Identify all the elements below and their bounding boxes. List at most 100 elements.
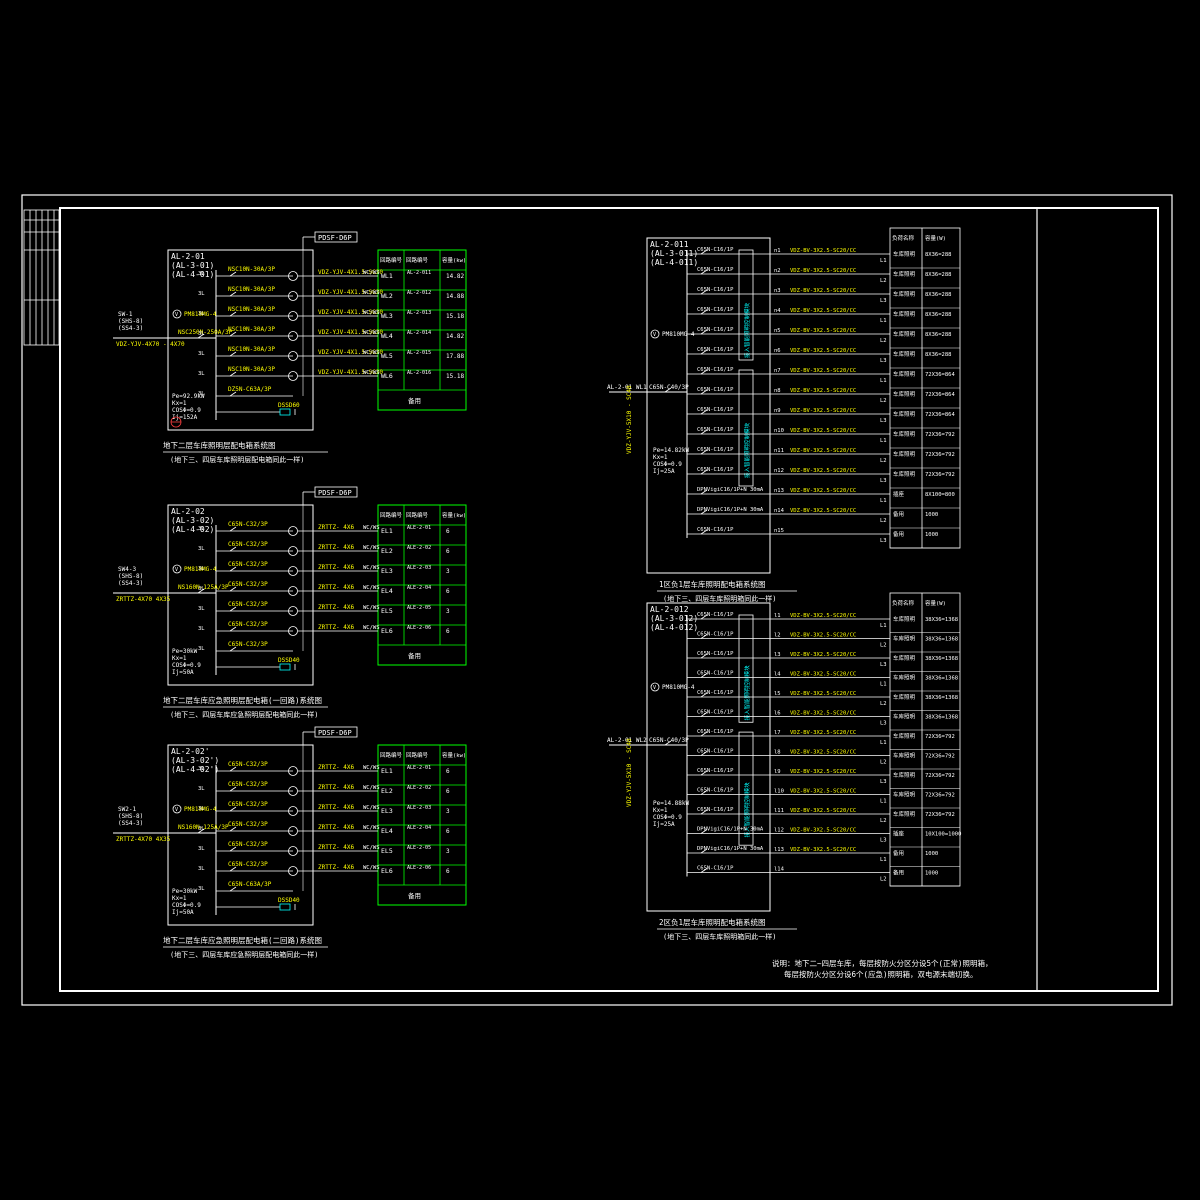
circuit-number: n12	[774, 468, 784, 474]
meter-glyph: V	[653, 332, 656, 338]
circuit-number: WL5	[381, 352, 393, 360]
panel-parameter: COSΦ=0.9	[653, 461, 682, 468]
circuit-number: EL1	[381, 527, 393, 535]
branch-breaker: C65N-C16/1P	[697, 447, 734, 453]
branch-breaker: C65N-C16/1P	[697, 612, 734, 618]
panel-id-alt: (AL-4-02)	[171, 525, 214, 534]
branch-cable: VDZ-BV-3X2.5-SC20/CC	[790, 248, 856, 254]
branch-breaker: C65N-C32/3P	[228, 581, 268, 588]
branch-cable: VDZ-BV-3X2.5-SC20/CC	[790, 508, 856, 514]
laying-method: WC/WS	[363, 845, 380, 851]
phase-tag: L1	[880, 498, 887, 504]
feeder-source: SW-1	[118, 311, 133, 318]
phase-tag: L3	[880, 478, 887, 484]
panel-parameter: Kx=1	[172, 655, 187, 662]
panel-parameter: Ij=25A	[653, 468, 675, 475]
laying-method: WC/WS	[363, 565, 380, 571]
spare-label: 备用	[408, 396, 421, 405]
branch-breaker: NSC10N-30A/3P	[228, 366, 275, 373]
panel-parameter: Ij=50A	[172, 909, 194, 916]
circuit-number: n10	[774, 428, 784, 434]
branch-cable: VDZ-BV-3X2.5-SC20/CC	[790, 711, 856, 717]
load-watts: 8X36=288	[925, 352, 952, 358]
phase-tag: L2	[880, 818, 887, 824]
phase-label: 3L	[198, 331, 205, 337]
table-header: 容量(kw)	[442, 511, 466, 519]
branch-cable: VDZ-BV-3X2.5-SC20/CC	[790, 328, 856, 334]
branch-cable: VDZ-BV-3X2.5-SC20/CC	[790, 769, 856, 775]
phase-tag: L2	[880, 518, 887, 524]
capacity-kw: 14.82	[446, 333, 464, 340]
capacity-kw: 3	[446, 808, 450, 815]
feeder-source: (SHS-8)	[118, 813, 143, 820]
circuit-number: n9	[774, 408, 781, 414]
panel-parameter: Kx=1	[172, 400, 187, 407]
feeder-source: SW2-1	[118, 806, 136, 813]
branch-breaker: C65N-C16/1P	[697, 327, 734, 333]
circuit-number: l4	[774, 672, 781, 678]
circuit-number: l10	[774, 789, 784, 795]
load-name: 车库照明	[893, 674, 916, 682]
circuit-number: l3	[774, 652, 781, 658]
diagram-subcaption: (地下三、四层车库照明层配电箱同此一样)	[170, 455, 304, 464]
branch-breaker: C65N-C16/1P	[697, 807, 734, 813]
phase-label: 3L	[198, 866, 205, 872]
laying-method: WC/WS	[363, 370, 380, 376]
circuit-number: n11	[774, 448, 784, 454]
diagram-caption: 地下二层车库应急照明层配电箱(一回路)系统图	[163, 695, 322, 705]
phase-label: 3L	[198, 886, 205, 892]
diagram-subcaption: (地下三、四层车库应急照明层配电箱同此一样)	[170, 710, 318, 719]
branch-cable: VDZ-BV-3X2.5-SC20/CC	[790, 808, 856, 814]
circuit-number: EL1	[381, 767, 393, 775]
load-name: 车库照明	[893, 771, 916, 779]
destination: AL-2-012	[407, 290, 431, 296]
branch-cable: VDZ-BV-3X2.5-SC20/CC	[790, 368, 856, 374]
circuit-number: EL3	[381, 567, 393, 575]
destination: ALE-2-05	[407, 605, 431, 611]
branch-breaker: C65N-C32/3P	[228, 601, 268, 608]
phase-tag: L2	[880, 278, 887, 284]
circuit-number: WL6	[381, 372, 393, 380]
laying-method: WC/WS	[363, 290, 380, 296]
capacity-kw: 3	[446, 608, 450, 615]
branch-cable: VDZ-BV-3X2.5-SC20/CC	[790, 633, 856, 639]
circuit-number: n2	[774, 268, 781, 274]
branch-cable: VDZ-BV-3X2.5-SC20/CC	[790, 847, 856, 853]
branch-breaker: C65N-C16/1P	[697, 307, 734, 313]
panel-parameter: Pe=30kW	[172, 888, 198, 895]
branch-breaker: DPNVigiC16/1P+N 30mA	[697, 846, 764, 852]
circuit-number: n14	[774, 508, 785, 514]
panel-parameter: COSΦ=0.9	[172, 902, 201, 909]
spare-breaker: C65N-C32/3P	[228, 641, 268, 648]
table-header: 容量(kw)	[442, 751, 466, 759]
phase-tag: L1	[880, 799, 887, 805]
phase-label: 3L	[198, 526, 205, 532]
branch-cable: VDZ-BV-3X2.5-SC20/CC	[790, 730, 856, 736]
capacity-kw: 15.18	[446, 373, 464, 380]
load-name: 车库照明	[893, 450, 916, 458]
diagram-caption: 地下二层车库应急照明层配电箱(二回路)系统图	[163, 935, 322, 945]
laying-method: WC/WS	[363, 765, 380, 771]
feeder-cable-vertical: VDZ-YJV-5X10 - SC40	[626, 738, 633, 807]
destination: ALE-2-03	[407, 565, 431, 571]
panel-parameter: COSΦ=0.9	[172, 407, 201, 414]
circuit-number: n4	[774, 308, 781, 314]
diagram-subcaption: (地下三、四层车库照明箱同此一样)	[663, 932, 776, 941]
phase-tag: L2	[880, 760, 887, 766]
load-name: 车库照明	[893, 752, 916, 760]
feeder-cable: ZRTTZ-4X70 4X35	[116, 836, 171, 843]
load-watts: 38X36=1368	[925, 656, 958, 662]
branch-cable: VDZ-BV-3X2.5-SC20/CC	[790, 672, 856, 678]
branch-cable: VDZ-BV-3X2.5-SC20/CC	[790, 613, 856, 619]
phase-label: 3L	[198, 351, 205, 357]
panel-parameter: Ij=152A	[172, 414, 198, 421]
circuit-number: n3	[774, 288, 781, 294]
load-watts: 8X100=800	[925, 492, 955, 498]
circuit-number: EL5	[381, 607, 393, 615]
branch-breaker: C65N-C16/1P	[697, 710, 734, 716]
panel-parameter: Ij=25A	[653, 821, 675, 828]
load-name: 车库照明	[893, 635, 916, 643]
laying-method: WC/WS	[363, 350, 380, 356]
enclosure-tag: PDSF-D6P	[318, 489, 352, 497]
branch-breaker: DPNVigiC16/1P+N 30mA	[697, 827, 764, 833]
